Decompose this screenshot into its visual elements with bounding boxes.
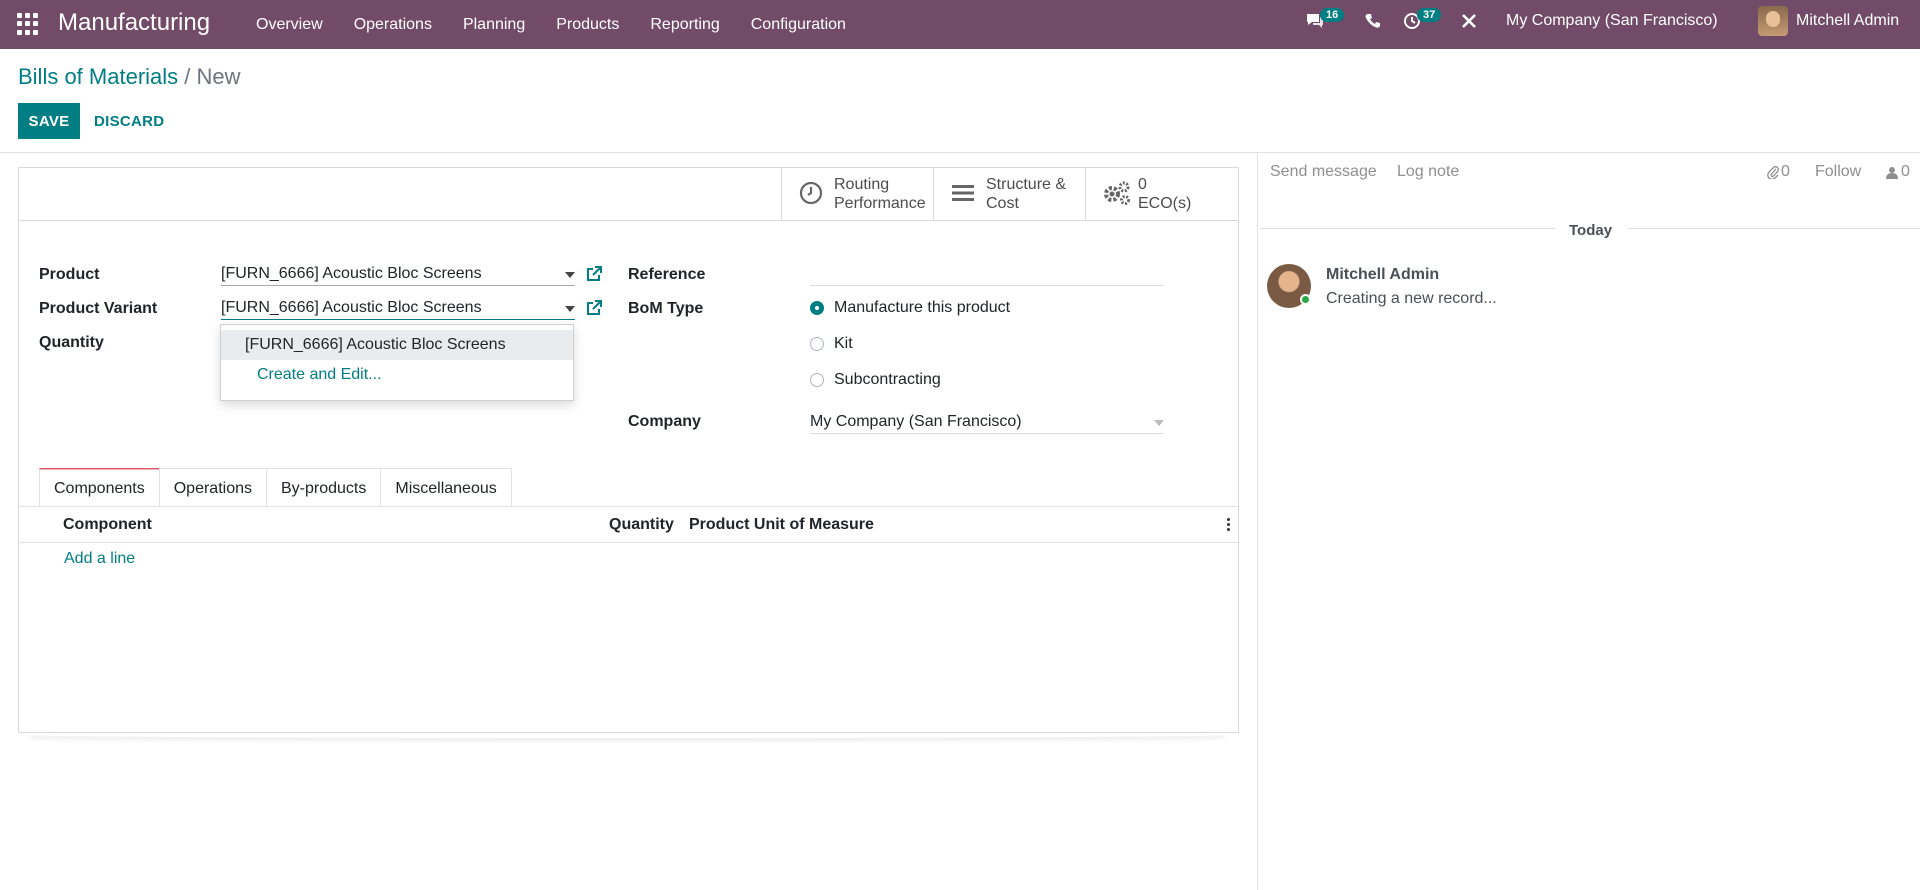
product-variant-autocomplete: [FURN_6666] Acoustic Bloc Screens Create… xyxy=(220,324,574,401)
breadcrumb: Bills of Materials / New xyxy=(18,64,241,90)
routing-label-line2: Performance xyxy=(834,195,926,212)
bom-type-manufacture-label: Manufacture this product xyxy=(834,299,1011,316)
company-field[interactable]: My Company (San Francisco) xyxy=(810,410,1164,434)
product-external-link-icon[interactable] xyxy=(585,265,603,288)
menu-planning[interactable]: Planning xyxy=(463,16,525,34)
app-title[interactable]: Manufacturing xyxy=(58,9,210,37)
routing-performance-button[interactable]: Routing Performance xyxy=(781,168,934,220)
structure-cost-button[interactable]: Structure & Cost xyxy=(933,168,1086,220)
optional-columns-icon[interactable] xyxy=(1227,518,1231,533)
quantity-label: Quantity xyxy=(39,334,104,351)
menu-configuration[interactable]: Configuration xyxy=(751,16,846,34)
add-a-line-link[interactable]: Add a line xyxy=(64,550,135,568)
column-quantity[interactable]: Quantity xyxy=(609,516,674,534)
discard-button[interactable]: DISCARD xyxy=(88,103,170,139)
clock-icon xyxy=(798,181,824,207)
form-sheet: Routing Performance Structure & Cost 0 E… xyxy=(18,167,1239,733)
sheet-shadow xyxy=(30,732,1225,738)
menu-operations[interactable]: Operations xyxy=(354,16,432,34)
follow-button[interactable]: Follow xyxy=(1815,163,1861,181)
followers-count: 0 xyxy=(1901,163,1910,180)
column-component[interactable]: Component xyxy=(63,516,152,534)
autocomplete-option[interactable]: [FURN_6666] Acoustic Bloc Screens xyxy=(221,330,573,360)
eco-label: ECO(s) xyxy=(1138,195,1192,212)
top-navbar: Manufacturing Overview Operations Planni… xyxy=(0,0,1920,49)
main-menu: Overview Operations Planning Products Re… xyxy=(256,0,877,49)
create-and-edit-option[interactable]: Create and Edit... xyxy=(221,360,573,390)
company-value: My Company (San Francisco) xyxy=(810,413,1022,430)
tab-miscellaneous[interactable]: Miscellaneous xyxy=(380,468,512,506)
components-table-header: Component Quantity Product Unit of Measu… xyxy=(19,507,1238,543)
product-value: [FURN_6666] Acoustic Bloc Screens xyxy=(221,265,482,282)
company-dropdown-caret[interactable] xyxy=(1154,420,1164,426)
tab-operations[interactable]: Operations xyxy=(158,468,267,506)
user-icon xyxy=(1886,166,1898,179)
structure-label-line2: Cost xyxy=(986,195,1019,212)
product-variant-value: [FURN_6666] Acoustic Bloc Screens xyxy=(221,299,482,316)
company-switcher[interactable]: My Company (San Francisco) xyxy=(1506,12,1718,30)
breadcrumb-current: New xyxy=(196,64,241,89)
reference-input[interactable] xyxy=(810,262,1164,286)
chatter-panel: Send message Log note 0 Follow 0 Today M… xyxy=(1257,152,1920,890)
phone-icon[interactable] xyxy=(1365,13,1381,34)
routing-label-line1: Routing xyxy=(834,176,890,193)
messages-count-badge: 16 xyxy=(1320,8,1345,22)
menu-overview[interactable]: Overview xyxy=(256,16,323,34)
breadcrumb-parent[interactable]: Bills of Materials xyxy=(18,64,178,89)
product-field[interactable]: [FURN_6666] Acoustic Bloc Screens xyxy=(221,262,575,286)
bom-type-kit-radio[interactable]: Kit xyxy=(810,335,853,353)
date-separator: Today xyxy=(1569,222,1613,239)
radio-unchecked-icon xyxy=(810,373,824,387)
bars-icon xyxy=(950,183,976,205)
product-dropdown-caret[interactable] xyxy=(565,272,575,278)
radio-checked-icon xyxy=(810,301,824,315)
notebook-tabs: Components Operations By-products Miscel… xyxy=(39,468,512,506)
message-body: Creating a new record... xyxy=(1326,290,1497,307)
bom-type-manufacture-radio[interactable]: Manufacture this product xyxy=(810,299,1010,317)
eco-count: 0 xyxy=(1138,176,1147,193)
structure-label-line1: Structure & xyxy=(986,176,1067,193)
reference-label: Reference xyxy=(628,266,706,283)
company-label: Company xyxy=(628,413,701,430)
bom-type-label: BoM Type xyxy=(628,300,704,317)
column-uom[interactable]: Product Unit of Measure xyxy=(689,516,874,534)
send-message-button[interactable]: Send message xyxy=(1270,163,1377,181)
breadcrumb-separator: / xyxy=(184,64,191,89)
smart-button-box: Routing Performance Structure & Cost 0 E… xyxy=(19,168,1238,221)
date-separator-line-left xyxy=(1259,228,1555,229)
save-button[interactable]: SAVE xyxy=(18,103,80,139)
product-variant-dropdown-caret[interactable] xyxy=(565,306,575,312)
bom-type-kit-label: Kit xyxy=(834,335,853,352)
user-avatar xyxy=(1758,6,1788,36)
message-author[interactable]: Mitchell Admin xyxy=(1326,266,1439,284)
attachments-count: 0 xyxy=(1781,163,1790,180)
paperclip-icon xyxy=(1767,166,1779,179)
radio-unchecked-icon xyxy=(810,337,824,351)
activities-count-badge: 37 xyxy=(1417,8,1442,22)
user-menu[interactable]: Mitchell Admin xyxy=(1758,6,1899,36)
attachments-button[interactable]: 0 xyxy=(1767,163,1790,181)
date-separator-line-right xyxy=(1627,228,1920,229)
bom-type-subcontracting-label: Subcontracting xyxy=(834,371,941,388)
product-variant-label: Product Variant xyxy=(39,300,158,317)
eco-button[interactable]: 0 ECO(s) xyxy=(1085,168,1238,220)
online-status-indicator xyxy=(1300,294,1311,305)
bom-type-subcontracting-radio[interactable]: Subcontracting xyxy=(810,371,941,389)
product-label: Product xyxy=(39,266,100,283)
log-note-button[interactable]: Log note xyxy=(1397,163,1459,181)
variant-external-link-icon[interactable] xyxy=(585,299,603,322)
apps-menu-icon[interactable] xyxy=(17,13,39,35)
followers-button[interactable]: 0 xyxy=(1886,163,1910,181)
menu-reporting[interactable]: Reporting xyxy=(650,16,719,34)
close-icon[interactable] xyxy=(1460,12,1478,35)
tab-by-products[interactable]: By-products xyxy=(265,468,382,506)
product-variant-input[interactable]: [FURN_6666] Acoustic Bloc Screens xyxy=(221,296,575,320)
gears-icon xyxy=(1102,180,1130,208)
menu-products[interactable]: Products xyxy=(556,16,619,34)
user-name: Mitchell Admin xyxy=(1796,12,1900,29)
tab-components[interactable]: Components xyxy=(39,468,160,506)
